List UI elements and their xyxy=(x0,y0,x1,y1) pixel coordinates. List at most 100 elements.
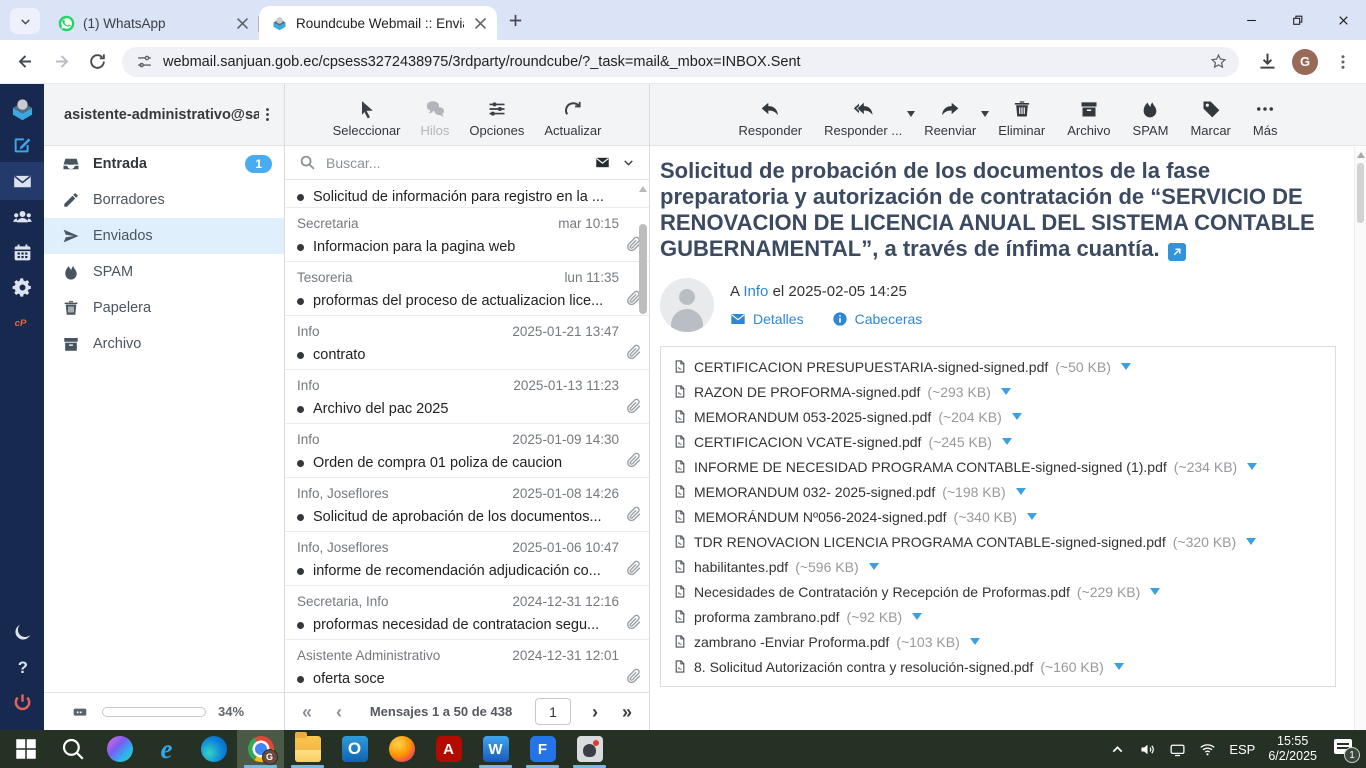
attachment-menu-caret-icon[interactable] xyxy=(1016,488,1026,495)
page-number-input[interactable]: 1 xyxy=(535,698,571,725)
minimize-button[interactable] xyxy=(1228,0,1274,40)
folder-item[interactable]: Archivo xyxy=(44,326,284,362)
reader-toolbar-button[interactable]: Archivo xyxy=(1067,99,1110,138)
list-toolbar-button[interactable]: Actualizar xyxy=(544,99,601,138)
rail-item[interactable] xyxy=(0,270,44,305)
attachment-item[interactable]: CERTIFICACION PRESUPUESTARIA-signed-sign… xyxy=(673,354,1323,379)
taskbar-app[interactable] xyxy=(566,730,613,768)
first-page-button[interactable]: « xyxy=(299,704,315,720)
dropdown-caret-icon[interactable] xyxy=(981,111,989,117)
taskbar-app[interactable] xyxy=(331,730,378,768)
message-row[interactable]: Info 2025-01-21 13:47 contrato xyxy=(285,316,649,370)
tab-close-icon[interactable] xyxy=(234,15,251,32)
attachment-name[interactable]: zambrano -Enviar Proforma.pdf xyxy=(694,634,889,650)
taskbar-app[interactable] xyxy=(237,730,284,768)
folder-item[interactable]: SPAM xyxy=(44,254,284,290)
reload-button[interactable] xyxy=(82,47,112,77)
attachment-name[interactable]: MEMORÁNDUM Nº056-2024-signed.pdf xyxy=(694,509,947,525)
attachment-item[interactable]: CERTIFICACION VCATE-signed.pdf (~245 KB) xyxy=(673,429,1323,454)
bookmark-star-icon[interactable] xyxy=(1210,53,1227,70)
site-info-icon[interactable] xyxy=(136,53,153,70)
reader-scrollbar[interactable] xyxy=(1354,147,1366,730)
reader-toolbar-button[interactable]: Eliminar xyxy=(998,99,1045,138)
attachment-item[interactable]: TDR RENOVACION LICENCIA PROGRAMA CONTABL… xyxy=(673,529,1323,554)
language-indicator[interactable]: ESP xyxy=(1229,742,1255,757)
address-bar[interactable]: webmail.sanjuan.gob.ec/cpsess3272438975/… xyxy=(122,47,1239,77)
folder-item[interactable]: Enviados xyxy=(44,218,284,254)
message-row[interactable]: Solicitud de información para registro e… xyxy=(285,180,649,208)
attachment-item[interactable]: zambrano -Enviar Proforma.pdf (~103 KB) xyxy=(673,629,980,654)
message-row[interactable]: Info, Joseflores 2025-01-08 14:26 Solici… xyxy=(285,478,649,532)
search-input[interactable] xyxy=(326,155,583,171)
url-text[interactable]: webmail.sanjuan.gob.ec/cpsess3272438975/… xyxy=(163,54,1200,70)
reader-toolbar-button[interactable]: Más xyxy=(1253,99,1278,138)
attachment-name[interactable]: RAZON DE PROFORMA-signed.pdf xyxy=(694,384,920,400)
message-row[interactable]: Tesoreria lun 11:35 proformas del proces… xyxy=(285,262,649,316)
attachment-menu-caret-icon[interactable] xyxy=(1002,438,1012,445)
folder-item[interactable]: Borradores xyxy=(44,182,284,218)
taskbar-app[interactable] xyxy=(472,730,519,768)
taskbar-app[interactable] xyxy=(519,730,566,768)
header-action-link[interactable]: Cabeceras xyxy=(832,311,923,327)
taskbar-app[interactable] xyxy=(2,730,49,768)
list-scrollbar-thumb[interactable] xyxy=(639,224,647,314)
tab-close-icon[interactable] xyxy=(472,15,489,32)
attachment-menu-caret-icon[interactable] xyxy=(1246,538,1256,545)
rail-item[interactable]: ? xyxy=(0,650,44,685)
reader-toolbar-button[interactable]: Responder xyxy=(739,99,803,138)
search-options-chevron-icon[interactable] xyxy=(622,156,635,169)
open-in-new-window-icon[interactable] xyxy=(1168,243,1186,261)
rail-item[interactable]: cP xyxy=(0,305,44,340)
attachment-item[interactable]: MEMORÁNDUM Nº056-2024-signed.pdf (~340 K… xyxy=(673,504,1323,529)
attachment-menu-caret-icon[interactable] xyxy=(1001,388,1011,395)
attachment-menu-caret-icon[interactable] xyxy=(912,613,922,620)
reader-toolbar-button[interactable]: Responder ... xyxy=(824,99,902,138)
reader-scrollbar-thumb[interactable] xyxy=(1357,163,1364,223)
attachment-name[interactable]: MEMORANDUM 053-2025-signed.pdf xyxy=(694,409,931,425)
attachment-name[interactable]: 8. Solicitud Autorización contra y resol… xyxy=(694,659,1033,675)
taskbar-app[interactable] xyxy=(143,730,190,768)
folder-menu-icon[interactable] xyxy=(259,106,276,123)
back-button[interactable] xyxy=(10,47,40,77)
attachment-name[interactable]: habilitantes.pdf xyxy=(694,559,788,575)
downloads-icon[interactable] xyxy=(1257,51,1278,72)
attachment-name[interactable]: TDR RENOVACION LICENCIA PROGRAMA CONTABL… xyxy=(694,534,1166,550)
folder-item[interactable]: Papelera xyxy=(44,290,284,326)
attachment-menu-caret-icon[interactable] xyxy=(1114,663,1124,670)
message-row[interactable]: Secretaria mar 10:15 Informacion para la… xyxy=(285,208,649,262)
attachment-menu-caret-icon[interactable] xyxy=(1150,588,1160,595)
rail-item[interactable] xyxy=(0,235,44,270)
display-icon[interactable] xyxy=(1169,741,1186,758)
wifi-icon[interactable] xyxy=(1199,741,1216,758)
recipient-link[interactable]: Info xyxy=(743,283,768,300)
list-toolbar-button[interactable]: Hilos xyxy=(421,99,450,138)
attachment-name[interactable]: CERTIFICACION VCATE-signed.pdf xyxy=(694,434,921,450)
browser-tab[interactable]: (1) WhatsApp xyxy=(46,7,259,40)
dropdown-caret-icon[interactable] xyxy=(907,111,915,117)
rail-item[interactable] xyxy=(0,162,44,200)
browser-menu-icon[interactable] xyxy=(1334,53,1352,71)
attachment-menu-caret-icon[interactable] xyxy=(869,563,879,570)
list-scrollbar[interactable] xyxy=(638,180,648,692)
restore-button[interactable] xyxy=(1274,0,1320,40)
taskbar-app[interactable] xyxy=(425,730,472,768)
tray-overflow-chevron-icon[interactable] xyxy=(1109,741,1126,758)
attachment-item[interactable]: MEMORANDUM 032- 2025-signed.pdf (~198 KB… xyxy=(673,479,1323,504)
reader-toolbar-button[interactable]: Marcar xyxy=(1190,99,1230,138)
message-row[interactable]: Asistente Administrativo 2024-12-31 12:0… xyxy=(285,640,649,692)
search-icon[interactable] xyxy=(299,154,316,171)
folder-item[interactable]: Entrada 1 xyxy=(44,146,284,182)
attachment-menu-caret-icon[interactable] xyxy=(1247,463,1257,470)
profile-avatar[interactable]: G xyxy=(1292,49,1318,75)
attachment-item[interactable]: RAZON DE PROFORMA-signed.pdf (~293 KB) xyxy=(673,379,1323,404)
forward-button[interactable] xyxy=(46,47,76,77)
rail-item[interactable] xyxy=(0,200,44,235)
notification-center[interactable]: 1 xyxy=(1334,739,1356,759)
rail-item[interactable] xyxy=(0,615,44,650)
new-tab-button[interactable] xyxy=(507,12,524,29)
attachment-menu-caret-icon[interactable] xyxy=(1012,413,1022,420)
taskbar-app[interactable] xyxy=(49,730,96,768)
message-row[interactable]: Info, Joseflores 2025-01-06 10:47 inform… xyxy=(285,532,649,586)
taskbar-app[interactable] xyxy=(190,730,237,768)
close-button[interactable] xyxy=(1320,0,1366,40)
